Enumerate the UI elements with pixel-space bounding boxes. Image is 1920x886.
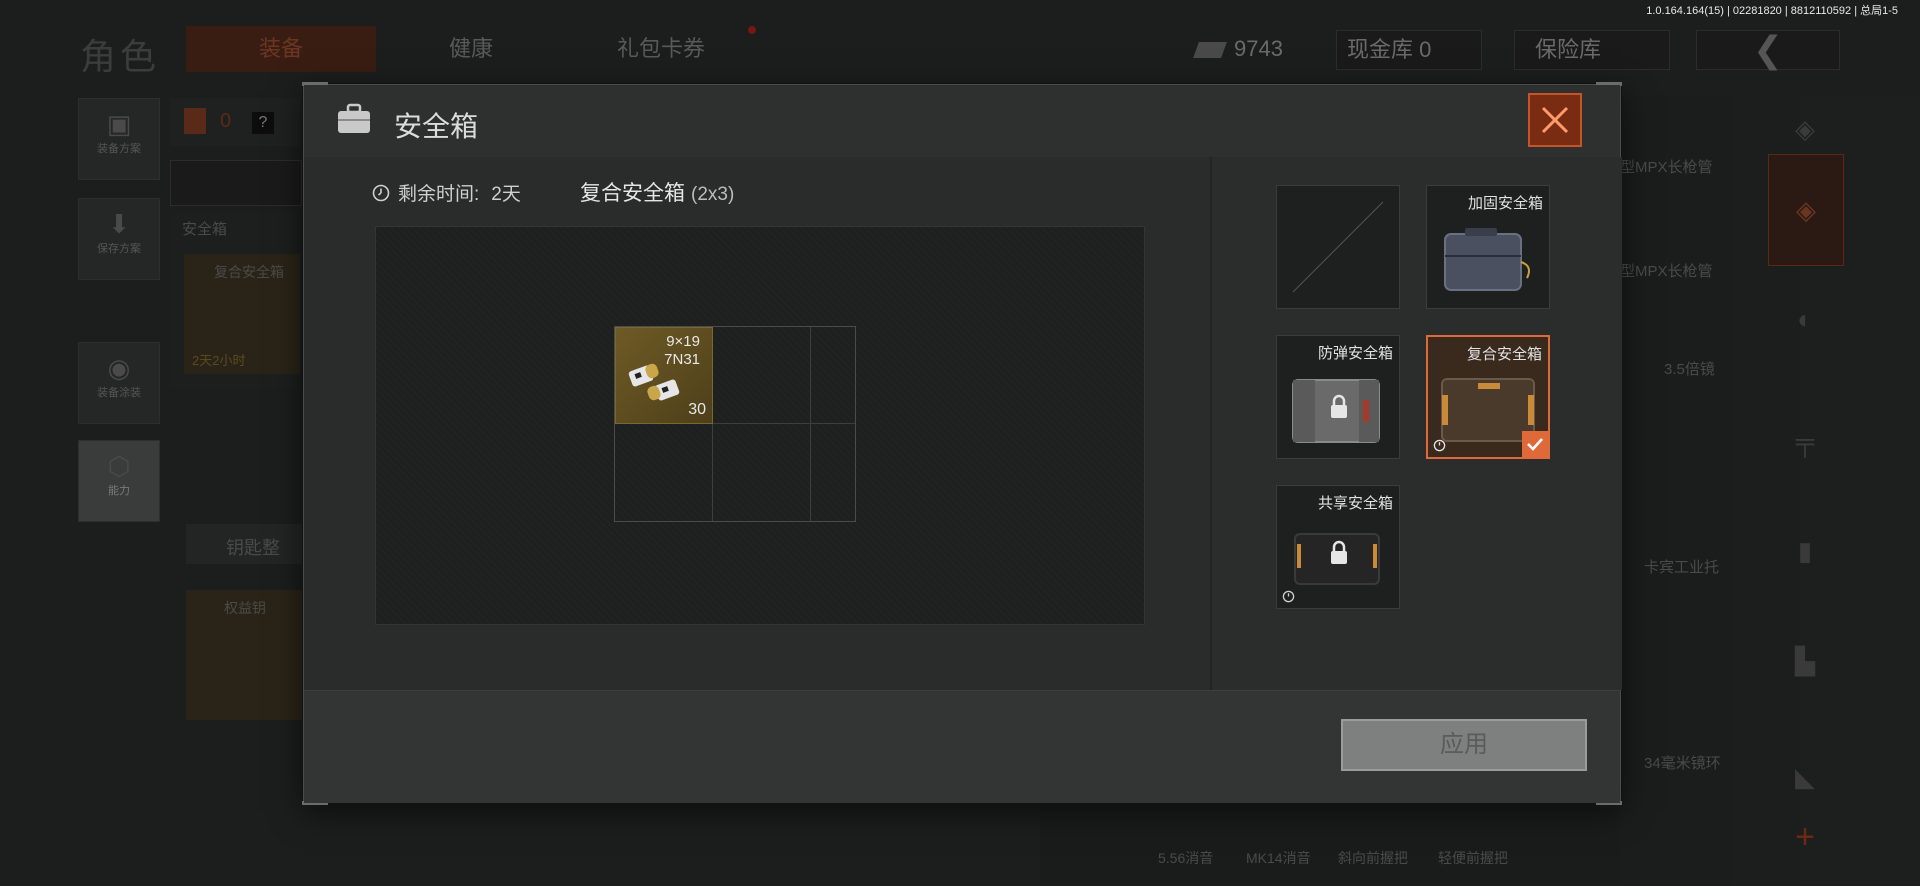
- remaining-value: 2天: [491, 184, 521, 205]
- ammo-count: 30: [688, 401, 706, 418]
- ammo-caliber: 9×19: [666, 333, 700, 350]
- safe-box-dialog: 安全箱 剩余时间: 2天 复合安全箱 (2x3) 9×19 7N31 30 加固…: [302, 82, 1622, 805]
- clock-icon: [1433, 439, 1446, 452]
- bg-tab-equipment: 装备: [186, 26, 376, 72]
- case-label-composite: 复合安全箱: [1466, 346, 1542, 363]
- bg-save-button: ⬇ 保存方案: [78, 198, 160, 280]
- case-name: 复合安全箱: [580, 182, 685, 205]
- bg-ability-button: ⬡ 能力: [78, 440, 160, 522]
- bg-key-tab: 钥匙整: [186, 524, 302, 564]
- version-text: 1.0.164.164(15) | 02281820 | 8812110592 …: [1646, 5, 1898, 17]
- insurance-label: 保险库: [1535, 37, 1602, 62]
- case-slot-empty[interactable]: [1276, 185, 1400, 309]
- bg-paint-button: ◉ 装备涂装: [78, 342, 160, 424]
- bg-section-label: 安全箱: [182, 221, 228, 238]
- help-icon: ?: [252, 112, 274, 134]
- bg-bottom-strip: 5.56消音 MK14消音 斜向前握把 轻便前握把: [1040, 808, 1620, 886]
- bg-rail-rifle-icon: ╤: [1795, 426, 1815, 456]
- remaining-time-row: 剩余时间: 2天: [372, 179, 521, 206]
- bg-case-panel: 安全箱 复合安全箱 2天2小时: [170, 214, 300, 388]
- bg-right-item-4: 卡宾工业托: [1644, 559, 1720, 576]
- grid-cell[interactable]: [615, 424, 713, 521]
- dialog-title: 安全箱: [394, 111, 479, 142]
- storage-panel: 剩余时间: 2天 复合安全箱 (2x3) 9×19 7N31 30: [304, 157, 1210, 690]
- bg-rail-plus-icon: +: [1795, 818, 1815, 856]
- ammo-item[interactable]: 9×19 7N31 30: [615, 327, 713, 424]
- case-size: (2x3): [691, 184, 735, 205]
- bg-right-item-1: 型MPX长枪管: [1620, 159, 1713, 176]
- bg-bottom-item-2: MK14消音: [1246, 850, 1311, 866]
- armor-icon: [184, 108, 206, 134]
- back-icon: ❮: [1696, 30, 1840, 70]
- case-slot-shared[interactable]: 共享安全箱: [1276, 485, 1400, 609]
- remaining-label: 剩余时间:: [398, 184, 480, 205]
- apply-button[interactable]: 应用: [1341, 719, 1587, 771]
- notification-dot: [748, 26, 756, 34]
- ammo-name: 9×19 7N31: [664, 333, 700, 369]
- lock-icon: [1331, 540, 1347, 564]
- clock-icon: [372, 184, 390, 201]
- bg-case-label: 复合安全箱: [214, 264, 284, 280]
- ammo-type: 7N31: [664, 351, 700, 368]
- case-slot-composite[interactable]: 复合安全箱: [1426, 335, 1550, 459]
- bg-tab-gift: 礼包卡券: [616, 36, 705, 61]
- bg-loadout-button: ▣ 装备方案: [78, 98, 160, 180]
- case-label-bulletproof: 防弹安全箱: [1317, 345, 1393, 362]
- close-button[interactable]: [1528, 93, 1582, 147]
- grid-cell[interactable]: [811, 424, 855, 521]
- insurance-vault: 保险库: [1514, 30, 1670, 70]
- cash-vault: 现金库 0: [1336, 30, 1482, 70]
- bg-case-card: 复合安全箱 2天2小时: [184, 254, 300, 374]
- clock-icon: [1282, 590, 1295, 603]
- bg-right-item-5: 34毫米镜环: [1644, 755, 1721, 772]
- bg-case-timer: 2天2小时: [192, 353, 246, 368]
- dialog-footer: 应用: [304, 690, 1620, 803]
- bg-tab-health: 健康: [448, 36, 493, 61]
- dialog-header: 安全箱: [304, 85, 1620, 158]
- bg-bottom-item-3: 斜向前握把: [1338, 850, 1408, 866]
- bg-rail-grip-icon: ▙: [1795, 646, 1815, 676]
- case-label-reinforced: 加固安全箱: [1467, 195, 1543, 212]
- bg-rail-mag-icon: ▮: [1797, 536, 1813, 566]
- grid-cell[interactable]: [811, 327, 855, 424]
- briefcase-icon: [338, 103, 370, 133]
- lock-icon: [1331, 394, 1347, 418]
- vault-label: 现金库 0: [1347, 37, 1432, 62]
- bg-bottom-item-1: 5.56消音: [1158, 850, 1214, 866]
- empty-slot-mark: [1292, 201, 1384, 293]
- bg-rights-label: 权益钥: [224, 600, 266, 616]
- bg-title: 角色: [80, 36, 161, 77]
- bg-key-label: 钥匙整: [226, 538, 280, 558]
- currency-value: 9743: [1234, 36, 1283, 61]
- bg-right-item-3: 3.5倍镜: [1664, 361, 1715, 378]
- cash-icon: [1193, 42, 1227, 59]
- case-label-shared: 共享安全箱: [1317, 495, 1393, 512]
- bg-right-list: 型MPX长枪管 型MPX长枪管 3.5倍镜 卡宾工业托 34毫米镜环: [1620, 96, 1732, 886]
- close-icon: [1541, 106, 1569, 134]
- bg-empty-panel: [170, 160, 302, 206]
- currency-display: 9743: [1193, 30, 1283, 68]
- selected-check: [1522, 431, 1548, 457]
- bg-rail-layers-icon: ◈: [1768, 154, 1844, 266]
- bg-armor-panel: 0 ?: [170, 98, 300, 146]
- case-selector: 加固安全箱 防弹安全箱 复合安全箱 共享安全箱: [1210, 157, 1622, 690]
- bg-bottom-item-4: 轻便前握把: [1438, 850, 1508, 866]
- bg-rail-helmet-icon: ◐: [1797, 304, 1813, 334]
- storage-area: 9×19 7N31 30: [375, 226, 1145, 625]
- grid-cell[interactable]: [713, 327, 811, 424]
- grid-cell[interactable]: [713, 424, 811, 521]
- reinforced-case-icon: [1444, 228, 1530, 291]
- checkmark-icon: [1527, 438, 1543, 451]
- bg-rights-card: 权益钥: [186, 590, 302, 720]
- case-heading: 复合安全箱 (2x3): [580, 177, 734, 207]
- case-slot-bulletproof[interactable]: 防弹安全箱: [1276, 335, 1400, 459]
- case-slot-reinforced[interactable]: 加固安全箱: [1426, 185, 1550, 309]
- armor-count: 0: [220, 110, 232, 132]
- bg-right-item-2: 型MPX长枪管: [1620, 263, 1713, 280]
- storage-grid: 9×19 7N31 30: [614, 326, 856, 522]
